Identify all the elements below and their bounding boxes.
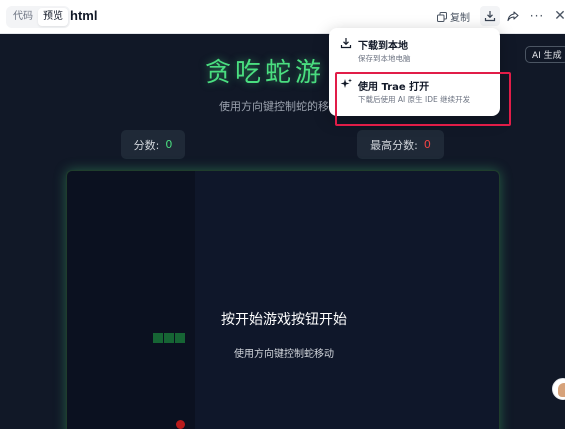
high-score-display: 最高分数: 0 xyxy=(357,130,444,159)
close-icon[interactable]: ✕ xyxy=(550,6,565,26)
game-title: 贪吃蛇游 xyxy=(205,58,326,88)
snake-segment xyxy=(153,333,163,343)
game-subtitle: 使用方向键控制蛇的移 xyxy=(219,100,329,113)
menu-item-download-local[interactable]: 下载到本地 保存到本地电脑 xyxy=(329,32,500,72)
menu-item-title: 下载到本地 xyxy=(358,41,408,52)
board-shade xyxy=(67,171,195,429)
high-score-label: 最高分数: xyxy=(370,138,418,152)
file-name: html xyxy=(70,8,98,23)
copy-label: 复制 xyxy=(450,13,470,24)
avatar[interactable] xyxy=(552,378,565,400)
score-display: 分数: 0 xyxy=(121,130,185,159)
start-prompt-subtitle: 使用方向键控制蛇移动 xyxy=(234,349,334,360)
start-prompt-title: 按开始游戏按钮开始 xyxy=(221,312,347,328)
download-icon xyxy=(340,38,352,49)
snake-segment xyxy=(175,333,185,343)
ai-generated-badge: AI 生成 xyxy=(525,46,565,63)
highlight-outline xyxy=(335,72,511,126)
tab-preview[interactable]: 预览 xyxy=(38,8,68,26)
score-label: 分数: xyxy=(133,138,160,152)
view-mode-toggle: 代码 预览 xyxy=(6,6,70,28)
more-icon[interactable]: ··· xyxy=(527,6,547,26)
snake-segment xyxy=(164,333,174,343)
game-board[interactable]: 按开始游戏按钮开始 使用方向键控制蛇移动 xyxy=(66,170,500,429)
download-button[interactable] xyxy=(480,6,500,26)
share-icon xyxy=(507,11,519,22)
high-score-value: 0 xyxy=(423,138,431,151)
download-icon xyxy=(484,11,496,22)
copy-icon xyxy=(437,11,447,22)
share-button[interactable] xyxy=(503,6,523,26)
menu-item-desc: 保存到本地电脑 xyxy=(358,54,411,63)
snake xyxy=(153,333,185,343)
tab-code[interactable]: 代码 xyxy=(8,8,38,26)
food xyxy=(176,420,185,429)
copy-button[interactable]: 复制 xyxy=(437,9,470,24)
score-value: 0 xyxy=(165,138,173,151)
